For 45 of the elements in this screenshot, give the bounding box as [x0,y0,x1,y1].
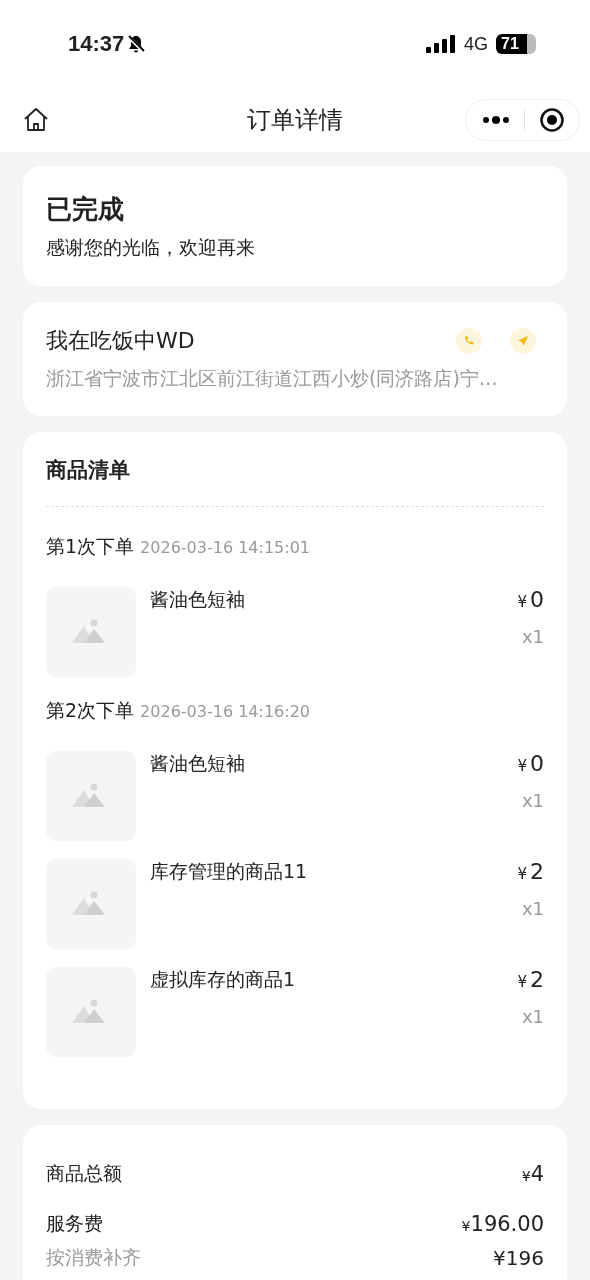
summary-label: 按消费补齐 [46,1245,141,1270]
batch-time: 2026-03-16 14:15:01 [140,537,311,557]
quantity: x1 [521,898,544,919]
section-title: 商品清单 [46,457,131,484]
status-message: 感谢您的光临，欢迎再来 [46,234,256,260]
more-icon[interactable] [482,115,510,125]
home-icon[interactable] [22,106,50,134]
batch-time: 2026-03-16 14:16:20 [140,701,311,721]
currency-symbol: ¥ [517,973,527,991]
clock: 14:37 [68,31,125,57]
currency-symbol: ¥ [517,865,527,883]
summary-amount: 4 [530,1162,544,1186]
product-name: 库存管理的商品11 [150,859,309,884]
currency-symbol: ¥ [521,1168,531,1184]
page-title: 订单详情 [247,105,343,136]
quantity: x1 [521,1006,544,1027]
batch-label: 第2次下单 [46,698,135,723]
product-price: 2 [530,967,544,992]
product-price: 0 [530,587,544,612]
summary-label: 服务费 [46,1211,103,1236]
product-price: 2 [530,859,544,884]
store-name: 我在吃饭中WD [46,327,195,355]
close-icon[interactable] [539,107,565,133]
network-label: 4G [464,33,488,55]
summary-label: 商品总额 [46,1161,122,1186]
product-name: 酱油色短袖 [150,751,246,776]
image-placeholder-icon [46,859,136,949]
image-placeholder-icon [46,587,136,677]
order-status: 已完成 [46,192,125,226]
currency-symbol: ¥ [517,593,527,611]
batch-label: 第1次下单 [46,534,135,559]
quantity: x1 [521,626,544,647]
currency-symbol: ¥ [461,1218,471,1234]
product-name: 虚拟库存的商品1 [150,967,297,992]
currency-symbol: ¥ [517,757,527,775]
summary-amount: 196.00 [470,1212,544,1236]
battery-icon: 71 [496,34,536,54]
signal-icon [426,35,456,53]
quantity: x1 [521,790,544,811]
image-placeholder-icon [46,751,136,841]
product-price: 0 [530,751,544,776]
store-address: 浙江省宁波市江北区前江街道江西小炒(同济路店)宁… [46,366,499,391]
summary-amount: ¥196 [493,1246,544,1270]
product-name: 酱油色短袖 [150,587,246,612]
image-placeholder-icon [46,967,136,1057]
